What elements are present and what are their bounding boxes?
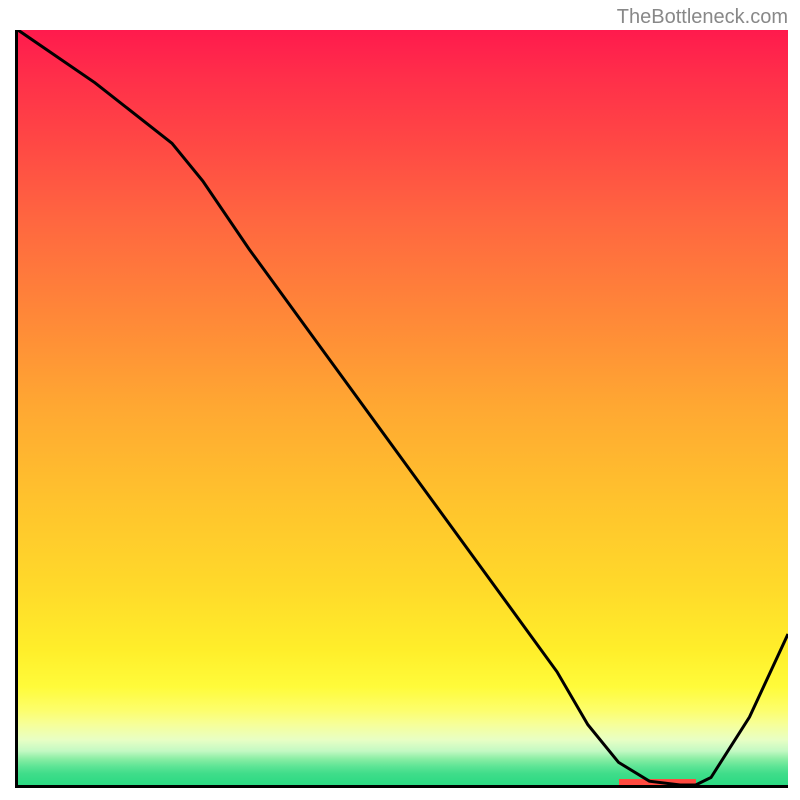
watermark-text: TheBottleneck.com [617,6,788,29]
chart-plot-area [15,30,788,788]
gradient-background [18,30,788,785]
highlight-band [619,779,696,785]
